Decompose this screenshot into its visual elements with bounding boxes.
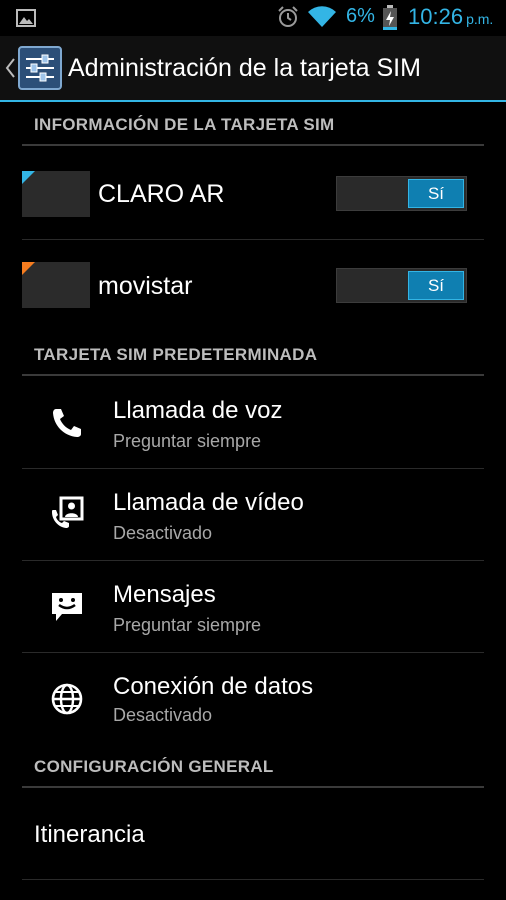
pref-video-call[interactable]: Llamada de vídeo Desactivado [0,469,506,561]
section-title: TARJETA SIM PREDETERMINADA [34,345,318,364]
pref-messages[interactable]: Mensajes Preguntar siempre [0,561,506,653]
pref-summary: Preguntar siempre [113,431,262,451]
status-bar: 6% 10:26 p.m. [0,0,506,36]
pref-summary: Desactivado [113,523,213,543]
pref-title: Llamada de vídeo [113,489,304,516]
action-bar: Administración de la tarjeta SIM [0,36,506,102]
sim-card-thumbnail [22,171,90,217]
sim-color-indicator [22,171,35,184]
pref-title: Itinerancia [34,821,145,848]
sim-card-thumbnail [22,262,90,308]
toggle-on-label: Sí [408,179,464,208]
pref-title: Mensajes [113,581,216,608]
pref-title: Conexión de datos [113,673,314,700]
section-header-general: CONFIGURACIÓN GENERAL [22,748,484,788]
sim-name: movistar [98,272,193,300]
section-header-sim-info: INFORMACIÓN DE LA TARJETA SIM [22,106,484,146]
sim-toggle-switch[interactable]: Sí [336,176,467,211]
toggle-on-label: Sí [408,271,464,300]
pref-title: Llamada de voz [113,397,283,424]
section-title: INFORMACIÓN DE LA TARJETA SIM [34,115,335,134]
clock: 10:26 p.m. [408,4,493,30]
pref-voice-call[interactable]: Llamada de voz Preguntar siempre [0,377,506,469]
sim-toggle-switch[interactable]: Sí [336,268,467,303]
sim-row-movistar[interactable]: movistar Sí [0,240,506,332]
back-chevron-icon[interactable] [4,57,16,79]
video-call-icon [52,496,84,528]
sim-row-claro[interactable]: CLARO AR Sí [0,148,506,240]
sim-name: CLARO AR [98,180,225,208]
battery-charging-icon [383,5,397,30]
clock-ampm: p.m. [466,11,494,27]
globe-icon [51,683,83,715]
message-icon [52,593,82,621]
gallery-icon [16,9,36,27]
section-title: CONFIGURACIÓN GENERAL [34,757,274,776]
divider [22,879,484,880]
pref-summary: Desactivado [113,705,213,725]
clock-time: 10:26 [408,4,464,29]
pref-summary: Preguntar siempre [113,615,262,635]
sim-color-indicator [22,262,35,275]
alarm-icon [278,6,298,27]
pref-data-connection[interactable]: Conexión de datos Desactivado [0,653,506,745]
phone-icon [53,409,81,437]
sim-settings-app-icon[interactable] [18,46,62,90]
section-header-default-sim: TARJETA SIM PREDETERMINADA [22,336,484,376]
pref-roaming[interactable]: Itinerancia [0,788,506,880]
battery-percent: 6% [346,5,375,27]
wifi-icon [308,6,336,28]
page-title: Administración de la tarjeta SIM [68,54,421,82]
